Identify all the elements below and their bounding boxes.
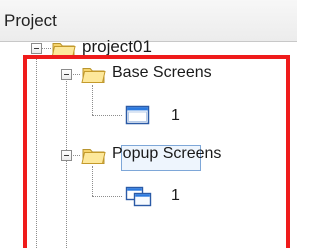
- tree-guide-root-connector: [41, 48, 51, 49]
- tree-item-base-screens[interactable]: Base Screens: [112, 63, 212, 83]
- folder-icon: [81, 68, 106, 83]
- project-tree[interactable]: project01 Base Screens 1 Popup Screens 1: [0, 37, 297, 248]
- folder-icon: [81, 149, 106, 164]
- tree-item-popup-screens[interactable]: Popup Screens: [112, 144, 221, 164]
- tree-guide-base-child-connector: [92, 115, 122, 116]
- tree-guide-popup-child-vertical: [92, 166, 93, 196]
- project-panel: Project project01 Base Screens 1 Popup S…: [0, 0, 297, 248]
- tree-guide-popup-child-connector: [92, 196, 122, 197]
- tree-guide-root-vertical: [36, 48, 37, 248]
- tree-item-base-screen-1[interactable]: 1: [171, 106, 180, 126]
- popup-screen-icon: [125, 186, 152, 207]
- collapse-toggle-project[interactable]: [31, 43, 42, 54]
- tree-guide-base-child-vertical: [92, 85, 93, 115]
- panel-header: Project: [0, 0, 297, 42]
- tree-guide-child-vertical: [66, 74, 67, 248]
- panel-title: Project: [4, 11, 57, 30]
- tree-item-popup-screen-1[interactable]: 1: [171, 186, 180, 206]
- collapse-toggle-base-screens[interactable]: [61, 69, 72, 80]
- window-screen-icon: [125, 105, 150, 125]
- collapse-toggle-popup-screens[interactable]: [61, 150, 72, 161]
- folder-icon: [51, 43, 76, 58]
- tree-item-project01[interactable]: project01: [82, 37, 152, 57]
